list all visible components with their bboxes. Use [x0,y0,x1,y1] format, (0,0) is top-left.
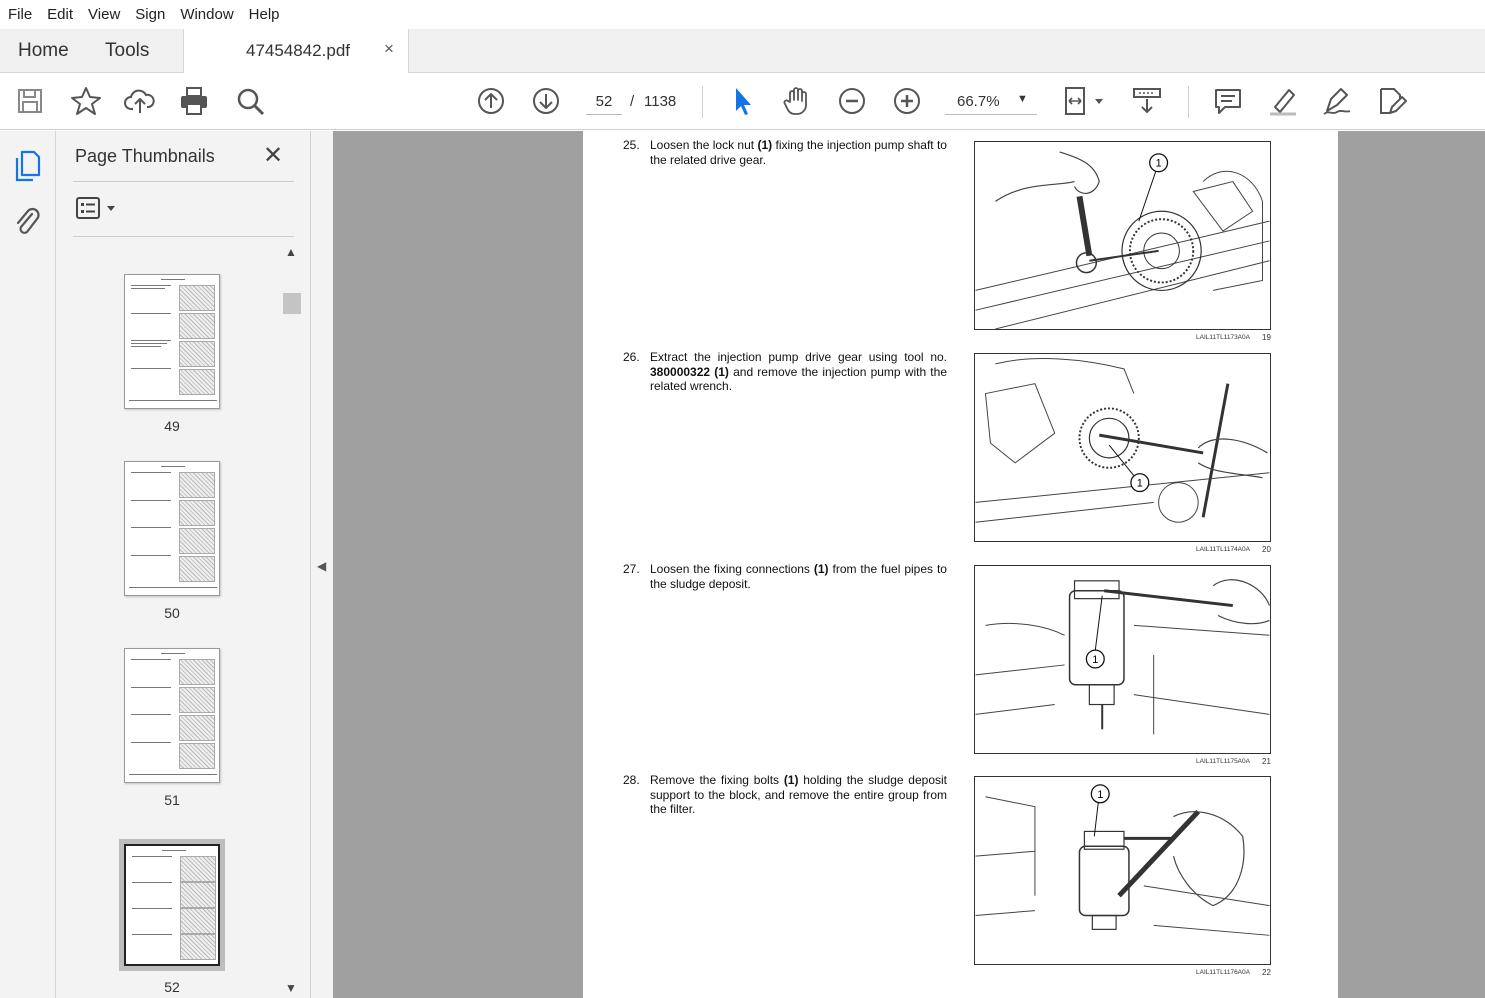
close-tab-button[interactable]: × [384,39,394,59]
left-rail [0,131,56,998]
page-thumbnail[interactable] [124,461,220,596]
step-number: 28. [623,773,640,787]
step-text: Loosen the lock nut (1) fixing the injec… [650,138,947,167]
edit-pdf-icon[interactable] [1376,85,1408,117]
document-viewer[interactable]: 25. Loosen the lock nut (1) fixing the i… [333,131,1485,998]
save-icon[interactable] [14,85,46,117]
menu-bar: File Edit View Sign Window Help [0,0,1485,29]
upload-cloud-icon[interactable] [124,85,156,117]
step-text: Loosen the fixing connections (1) from t… [650,562,947,591]
figure-number: 22 [1262,968,1271,977]
toolbar-divider [1188,86,1189,118]
zoom-in-icon[interactable] [891,85,923,117]
thumbnails-panel: Page Thumbnails ✕ 49 50 51 52 ▲ ▼ [56,131,311,998]
zoom-out-icon[interactable] [836,85,868,117]
panel-title: Page Thumbnails [75,146,215,166]
callout-number: 1 [1097,789,1103,801]
scroll-up-icon[interactable]: ▲ [285,245,297,259]
menu-sign[interactable]: Sign [135,6,165,23]
figure-illustration: 1 [974,565,1271,754]
page-up-icon[interactable] [475,85,507,117]
print-icon[interactable] [178,85,210,117]
comment-icon[interactable] [1212,85,1244,117]
page-separator: / [630,93,635,110]
toolbar: / 1138 66.7% ▼ [0,73,1485,130]
menu-view[interactable]: View [88,6,120,23]
figure-number: 21 [1262,757,1271,766]
step-text: Extract the injection pump drive gear us… [650,350,947,393]
tab-document[interactable]: 47454842.pdf × [183,29,409,73]
callout-number: 1 [1092,654,1098,666]
tab-home[interactable]: Home [18,29,69,72]
page-number-input[interactable] [586,88,622,115]
figure-number: 19 [1262,333,1271,342]
figure-code: LAIL11TL1174A0A [1196,546,1250,553]
thumbnail-label: 50 [164,605,180,621]
scroll-down-icon[interactable]: ▼ [285,981,297,995]
thumbnail-label: 49 [164,418,180,434]
step-text: Remove the fixing bolts (1) holding the … [650,773,948,816]
document-tab-title: 47454842.pdf [246,41,350,60]
pdf-page: 25. Loosen the lock nut (1) fixing the i… [583,131,1338,998]
step-number: 25. [623,138,640,152]
menu-edit[interactable]: Edit [47,6,73,23]
page-thumbnail[interactable] [124,274,220,409]
menu-help[interactable]: Help [249,6,280,23]
callout-number: 1 [1137,478,1143,490]
step-number: 27. [623,562,640,576]
attachment-icon[interactable] [12,205,42,239]
menu-file[interactable]: File [8,6,32,23]
figure-number: 20 [1262,545,1271,554]
figure-illustration: 1 [974,141,1271,330]
page-thumbnail[interactable] [124,648,220,783]
toolbar-divider [702,86,703,118]
scroll-mode-icon[interactable] [1131,85,1163,117]
close-panel-button[interactable]: ✕ [263,141,283,170]
fit-page-icon[interactable] [1061,85,1107,117]
thumbnail-scrollbar[interactable]: ▲ ▼ [283,243,303,998]
figure-code: LAIL11TL1175A0A [1196,758,1250,765]
figure-code: LAIL11TL1176A0A [1196,969,1250,976]
thumbnail-options-button[interactable] [75,195,119,221]
thumbnail-label: 51 [164,792,180,808]
collapse-arrow-icon: ◀ [317,559,327,573]
callout-number: 1 [1156,158,1162,170]
divider [73,181,294,182]
zoom-search-icon[interactable] [234,85,266,117]
page-thumbnails-icon[interactable] [12,149,42,183]
zoom-value: 66.7% [957,93,1000,110]
highlight-icon[interactable] [1267,85,1299,117]
panel-collapse-handle[interactable]: ◀ [311,131,333,998]
page-down-icon[interactable] [530,85,562,117]
page-total: 1138 [644,93,677,110]
scrollbar-thumb[interactable] [283,293,301,314]
bookmark-star-icon[interactable] [70,85,102,117]
figure-illustration: 1 [974,353,1271,542]
hand-icon[interactable] [781,85,813,117]
figure-illustration: 1 [974,776,1271,965]
chevron-down-icon: ▼ [1017,93,1028,105]
step-number: 26. [623,350,640,364]
tab-bar: Home Tools 47454842.pdf × [0,29,1485,73]
divider [73,236,294,237]
page-thumbnail-selected[interactable] [119,839,225,971]
sign-icon[interactable] [1321,85,1353,117]
select-arrow-icon[interactable] [727,85,759,117]
tab-tools[interactable]: Tools [105,29,149,72]
thumbnail-label: 52 [164,979,180,995]
menu-window[interactable]: Window [180,6,233,23]
zoom-dropdown[interactable]: 66.7% ▼ [945,88,1037,115]
figure-code: LAIL11TL1173A0A [1196,334,1250,341]
